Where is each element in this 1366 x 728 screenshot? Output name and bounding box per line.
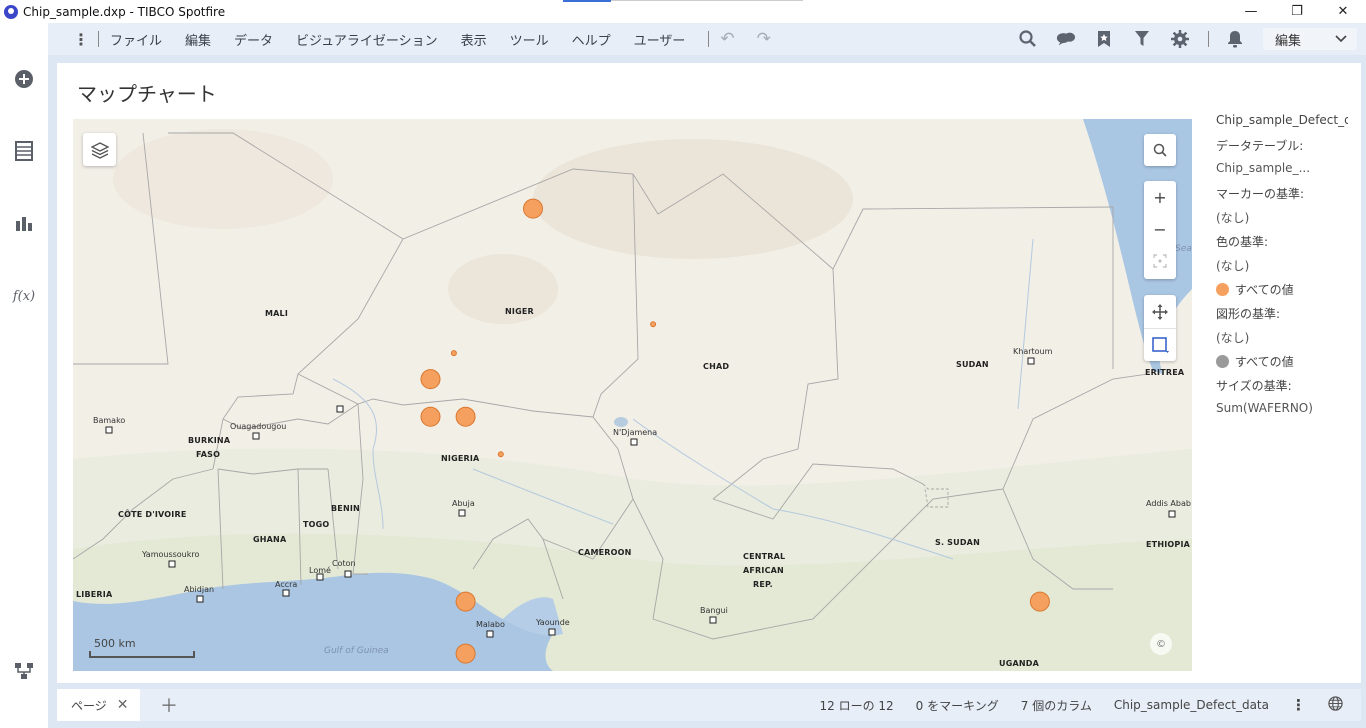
map-data-marker[interactable] [455,406,476,427]
page-tab-label: ページ [71,698,107,713]
close-window-button[interactable]: ✕ [1320,0,1366,22]
layers-icon [90,141,109,159]
menu-separator [708,31,710,47]
map-data-marker[interactable] [420,406,441,427]
gray-circle-icon [1216,355,1229,368]
close-icon[interactable]: ✕ [117,697,129,713]
legend-size-by-value[interactable]: Sum(WAFERNO) [1216,401,1348,425]
legend-color-by-label: 色の基準: [1216,235,1269,249]
map-search-button[interactable] [1144,134,1176,166]
marking-count: 0 をマーキング [915,698,999,713]
search-icon[interactable] [1018,29,1038,49]
gear-icon[interactable] [1170,29,1190,49]
add-page-button[interactable]: ＋ [160,692,178,718]
collaboration-icon[interactable] [1056,29,1076,49]
map-chart[interactable]: MALI NIGER CHAD SUDAN ERITREA BURKINA FA… [73,119,1192,671]
window-title: Chip_sample.dxp - TIBCO Spotfire [23,4,226,19]
rectangle-select-button[interactable] [1144,328,1176,361]
menu-tools[interactable]: ツール [510,30,549,49]
map-data-marker[interactable] [455,643,476,664]
menu-file[interactable]: ファイル [110,30,162,49]
status-data-table[interactable]: Chip_sample_Defect_data [1114,698,1269,712]
map-legend: Chip_sample_Defect_data データテーブル: Chip_sa… [1216,113,1348,425]
legend-data-table-label: データテーブル: [1216,139,1304,153]
column-count: 7 個のカラム [1020,698,1092,713]
page-tab[interactable]: ページ ✕ [57,689,140,721]
legend-marker-by-value[interactable]: (なし) [1216,209,1348,233]
redo-icon[interactable]: ↷ [757,29,771,49]
row-count: 12 ローの 12 [819,698,894,713]
menu-user[interactable]: ユーザー [634,30,686,49]
title-tab-divider [611,0,803,1]
zoom-controls: + − [1144,181,1176,279]
bar-chart-icon[interactable] [12,211,36,235]
map-scale-bar: 500 km [89,637,195,658]
orange-circle-icon [1216,283,1229,296]
pan-tool-button[interactable] [1144,295,1176,328]
legend-shape-by-label: 図形の基準: [1216,307,1281,321]
map-data-marker[interactable] [450,350,457,357]
map-tool-controls [1144,295,1176,361]
menu-visualization[interactable]: ビジュアライゼーション [296,30,438,49]
map-data-marker[interactable] [523,198,543,219]
more-options-icon[interactable]: ⋮ [1291,696,1306,714]
edit-mode-label: 編集 [1275,33,1302,49]
legend-marker-by-label: マーカーの基準: [1216,187,1305,201]
menu-edit[interactable]: 編集 [185,30,211,49]
legend-size-by-label: サイズの基準: [1216,379,1292,393]
data-canvas-icon[interactable] [12,659,36,683]
legend-table-name[interactable]: Chip_sample_Defect_data [1216,113,1348,137]
map-attribution-button[interactable]: © [1150,633,1172,655]
map-data-marker[interactable] [455,591,476,612]
window-titlebar: Chip_sample.dxp - TIBCO Spotfire — ❐ ✕ [0,0,1366,23]
menu-help[interactable]: ヘルプ [572,30,611,49]
toolbar-right: 編集 [1018,23,1366,55]
status-bar: ページ ✕ ＋ 12 ローの 12 0 をマーキング 7 個のカラム Chip_… [57,689,1361,721]
rectangle-select-icon [1152,337,1169,353]
left-rail: f(x) [0,23,48,728]
visualization-title: マップチャート [77,82,217,106]
bookmark-icon[interactable] [1094,29,1114,49]
data-marker-layer[interactable] [73,119,1192,671]
scale-label: 500 km [94,637,136,650]
zoom-to-fit-button[interactable] [1144,245,1176,277]
menu-data[interactable]: データ [234,30,273,49]
spotfire-logo-icon [4,4,18,19]
edit-mode-dropdown[interactable]: 編集 [1263,28,1357,50]
toolbar-separator [1208,31,1209,47]
data-table-icon[interactable] [12,139,36,163]
legend-shape-item[interactable]: すべての値 [1216,353,1348,377]
globe-icon[interactable] [1328,696,1343,714]
map-data-marker[interactable] [497,451,504,458]
menu-separator [98,31,99,47]
maximize-button[interactable]: ❐ [1274,0,1320,22]
title-tab-indicator [563,0,611,2]
zoom-in-button[interactable]: + [1144,181,1176,213]
notification-bell-icon[interactable] [1225,29,1245,49]
map-data-marker[interactable] [1029,591,1050,612]
zoom-out-button[interactable]: − [1144,213,1176,245]
legend-color-item[interactable]: すべての値 [1216,281,1348,305]
more-menu-icon[interactable]: ⋮ [73,30,89,49]
chevron-down-icon [1335,32,1347,47]
legend-shape-by-value[interactable]: (なし) [1216,329,1348,353]
move-icon [1152,303,1168,320]
search-icon [1153,143,1167,157]
legend-color-all-label: すべての値 [1235,283,1294,297]
add-data-icon[interactable] [12,67,36,91]
undo-icon[interactable]: ↶ [720,29,734,49]
legend-data-table-value[interactable]: Chip_sample_... [1216,161,1348,185]
legend-color-by-value[interactable]: (なし) [1216,257,1348,281]
menu-view[interactable]: 表示 [461,30,487,49]
legend-shape-all-label: すべての値 [1235,355,1294,369]
map-layers-button[interactable] [83,133,116,166]
filter-icon[interactable] [1132,29,1152,49]
map-data-marker[interactable] [650,321,657,328]
function-icon[interactable]: f(x) [12,284,36,308]
fit-extent-icon [1153,254,1167,268]
minimize-button[interactable]: — [1228,0,1274,22]
map-data-marker[interactable] [420,369,441,390]
scale-bar-line [89,651,195,658]
